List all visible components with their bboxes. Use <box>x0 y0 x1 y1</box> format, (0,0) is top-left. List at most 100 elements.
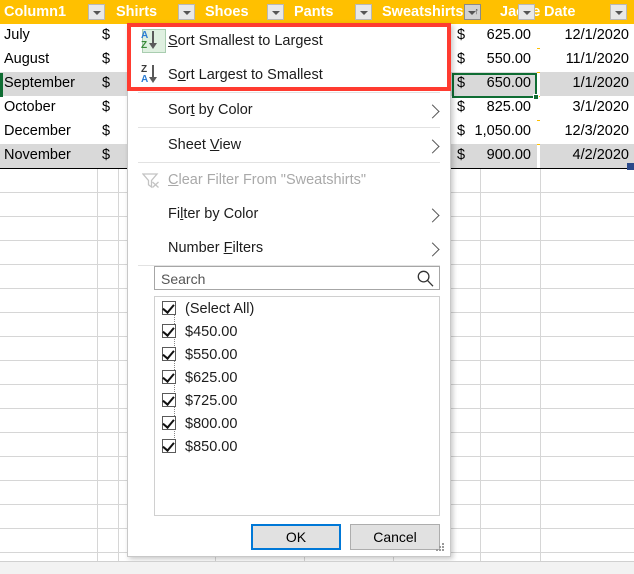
menu-item-icon-placeholder <box>140 134 162 156</box>
tree-branch <box>154 377 155 378</box>
cell-jackets[interactable]: $825.00 <box>452 96 537 120</box>
filter-value-label: $625.00 <box>185 370 237 386</box>
filter-dropdown-button-shoes[interactable] <box>267 4 284 20</box>
cell-month[interactable]: August <box>0 48 97 72</box>
filter-search-box[interactable] <box>154 266 440 290</box>
menu-item-icon-placeholder <box>140 237 162 259</box>
filter-value-label: $550.00 <box>185 347 237 363</box>
cell-month[interactable]: November <box>0 144 97 168</box>
cell-shirts[interactable]: $ <box>97 120 118 144</box>
selection-row-marker <box>0 73 3 97</box>
filter-value-label: (Select All) <box>185 301 254 317</box>
checkbox[interactable] <box>162 393 176 407</box>
cell-date[interactable]: 3/1/2020 <box>540 96 634 120</box>
tree-branch <box>154 423 155 424</box>
cell-month[interactable]: September <box>0 72 97 96</box>
filter-value-item[interactable]: $850.00 <box>155 435 439 458</box>
filter-dropdown-button-column1[interactable] <box>88 4 105 20</box>
menu-item-label: Filter by Color <box>168 206 450 222</box>
cell-month[interactable]: October <box>0 96 97 120</box>
filter-dropdown-button-pants[interactable] <box>355 4 372 20</box>
currency-symbol: $ <box>457 48 465 71</box>
cell-jackets[interactable]: $625.00 <box>452 24 537 48</box>
tree-branch <box>154 331 155 332</box>
menu-item-filter-by-color[interactable]: Filter by Color <box>128 197 450 231</box>
chevron-down-icon <box>360 11 368 15</box>
checkbox[interactable] <box>162 301 176 315</box>
cell-jackets[interactable]: $1,050.00 <box>452 120 537 144</box>
filter-dropdown-button-date[interactable] <box>610 4 627 20</box>
currency-symbol: $ <box>457 96 465 119</box>
menu-item-icon-placeholder <box>140 203 162 225</box>
menu-item-number-filters[interactable]: Number Filters <box>128 231 450 265</box>
menu-item-clear-filter-from-sweatshirts: Clear Filter From "Sweatshirts" <box>128 163 450 197</box>
status-bar <box>0 561 634 574</box>
cell-shirts[interactable]: $ <box>97 48 118 72</box>
chevron-down-icon <box>93 11 101 15</box>
check-icon <box>162 416 174 429</box>
checkbox[interactable] <box>162 416 176 430</box>
cell-date[interactable]: 4/2/2020 <box>540 144 634 168</box>
filter-value-item[interactable]: $625.00 <box>155 366 439 389</box>
cancel-button[interactable]: Cancel <box>350 524 440 550</box>
cell-date[interactable]: 11/1/2020 <box>540 48 634 72</box>
filter-value-label: $850.00 <box>185 439 237 455</box>
cell-value: 825.00 <box>487 96 531 119</box>
chevron-down-icon <box>523 11 531 15</box>
checkbox[interactable] <box>162 347 176 361</box>
cell-shirts[interactable]: $ <box>97 144 118 168</box>
checkbox[interactable] <box>162 439 176 453</box>
cell-shirts[interactable]: $ <box>97 24 118 48</box>
filter-value-list[interactable]: (Select All) $450.00 $550.00 $625.00 $725.00… <box>154 296 440 516</box>
chevron-down-icon <box>615 11 623 15</box>
cell-month[interactable]: December <box>0 120 97 144</box>
cell-month[interactable]: July <box>0 24 97 48</box>
menu-item-sheet-view[interactable]: Sheet View <box>128 128 450 162</box>
cell-jackets[interactable]: $650.00 <box>452 72 537 96</box>
checkbox[interactable] <box>162 324 176 338</box>
cell-jackets[interactable]: $550.00 <box>452 48 537 72</box>
menu-item-sort-smallest-to-largest[interactable]: AZSort Smallest to Largest <box>128 24 450 58</box>
checkbox[interactable] <box>162 370 176 384</box>
filter-dropdown-button-sweatshirts[interactable]: ↑ <box>464 4 481 20</box>
filter-value-item[interactable]: (Select All) <box>155 297 439 320</box>
menu-item-sort-largest-to-smallest[interactable]: ZA Sort Largest to Smallest <box>128 58 450 92</box>
cell-date[interactable]: 12/3/2020 <box>540 120 634 144</box>
cell-shirts[interactable]: $ <box>97 72 118 96</box>
check-icon <box>162 324 174 337</box>
filter-dropdown-button-jackets[interactable] <box>518 4 535 20</box>
fill-handle[interactable] <box>533 94 539 100</box>
chevron-down-icon <box>272 11 280 15</box>
ok-button[interactable]: OK <box>251 524 341 550</box>
filter-value-item[interactable]: $725.00 <box>155 389 439 412</box>
table-header-row: Column1ShirtsShoesPantsSweatshirts↑Jacke… <box>0 0 634 24</box>
cell-shirts[interactable]: $ <box>97 96 118 120</box>
menu-item-label: Sort Largest to Smallest <box>168 67 450 83</box>
grid-vline <box>118 168 119 574</box>
cell-date[interactable]: 12/1/2020 <box>540 24 634 48</box>
filter-value-item[interactable]: $800.00 <box>155 412 439 435</box>
check-icon <box>162 439 174 452</box>
cell-jackets[interactable]: $900.00 <box>452 144 537 168</box>
cell-date[interactable]: 1/1/2020 <box>540 72 634 96</box>
menu-resize-grip[interactable] <box>436 543 445 552</box>
filter-dropdown-menu[interactable]: AZSort Smallest to Largest ZA Sort Largest… <box>127 23 451 557</box>
sort-descending-icon: ZA <box>140 64 162 86</box>
table-resize-handle[interactable] <box>627 163 634 170</box>
chevron-down-icon <box>183 11 191 15</box>
filter-value-label: $800.00 <box>185 416 237 432</box>
cell-value: 550.00 <box>487 48 531 71</box>
tree-branch <box>154 400 155 401</box>
filter-value-item[interactable]: $450.00 <box>155 320 439 343</box>
check-icon <box>162 301 174 314</box>
az-glyph: ZA <box>140 64 162 86</box>
cell-value: 650.00 <box>487 72 531 95</box>
menu-item-label: Sort Smallest to Largest <box>168 33 450 49</box>
menu-item-sort-by-color[interactable]: Sort by Color <box>128 93 450 127</box>
menu-item-label: Sheet View <box>168 137 450 153</box>
grid-vline <box>97 168 98 574</box>
search-input[interactable] <box>159 267 413 291</box>
filter-dropdown-button-shirts[interactable] <box>178 4 195 20</box>
menu-item-label: Sort by Color <box>168 102 450 118</box>
filter-value-item[interactable]: $550.00 <box>155 343 439 366</box>
